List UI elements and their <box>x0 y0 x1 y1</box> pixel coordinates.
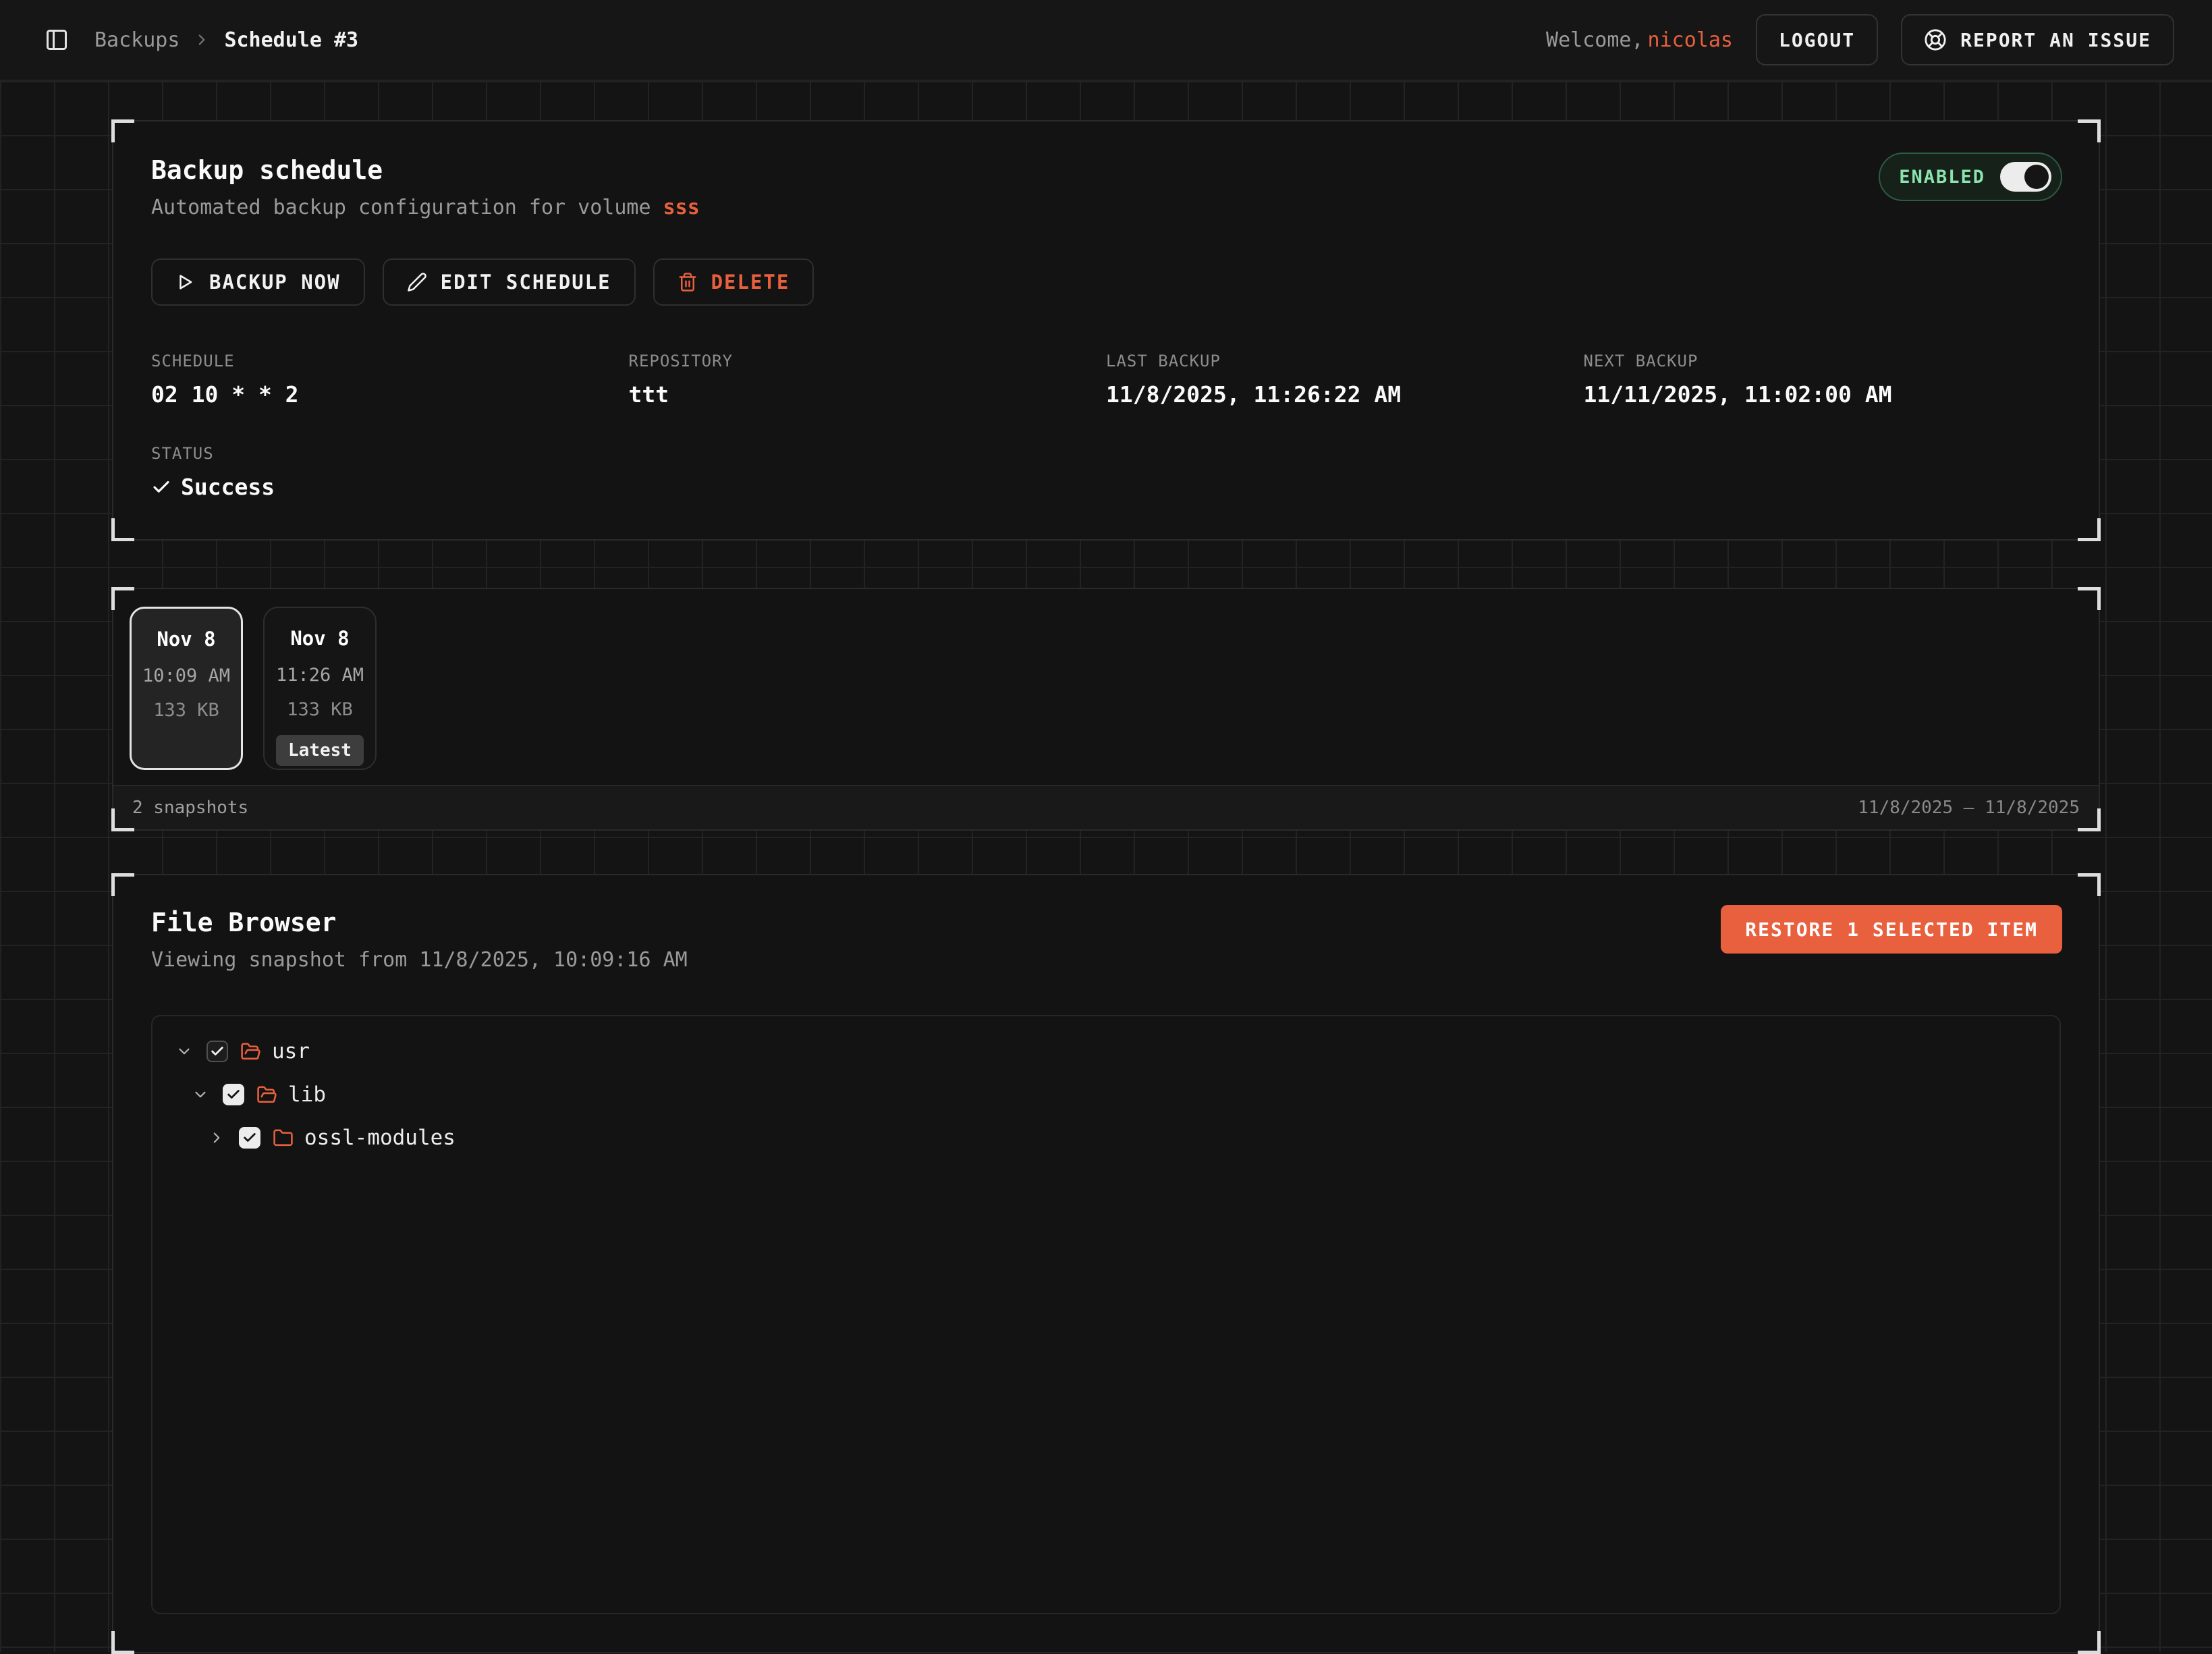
snapshot-date: Nov 8 <box>132 628 241 651</box>
corner-bracket <box>2078 873 2101 896</box>
corner-bracket <box>2078 808 2101 831</box>
play-icon <box>175 272 196 292</box>
field-label: LAST BACKUP <box>1106 352 1584 370</box>
life-buoy-icon <box>1924 28 1947 51</box>
pencil-icon <box>407 272 427 292</box>
tree-row-usr[interactable]: usr <box>166 1030 2046 1073</box>
field-label: NEXT BACKUP <box>1584 352 2062 370</box>
backup-now-label: BACKUP NOW <box>209 271 341 294</box>
corner-bracket <box>111 873 134 896</box>
breadcrumb: Backups Schedule #3 <box>94 28 358 52</box>
corner-bracket <box>111 587 134 610</box>
corner-bracket <box>111 808 134 831</box>
snapshot-time: 10:09 AM <box>132 665 241 686</box>
topbar-right: Welcome,nicolas LOGOUT REPORT AN ISSUE <box>1546 14 2174 65</box>
snapshot-list: Nov 8 10:09 AM 133 KB Nov 8 11:26 AM 133… <box>113 589 2099 785</box>
username: nicolas <box>1648 28 1733 52</box>
status-text: Success <box>181 474 275 500</box>
schedule-fields: SCHEDULE 02 10 * * 2 REPOSITORY ttt LAST… <box>151 352 2061 408</box>
checkbox-lib[interactable] <box>223 1084 244 1105</box>
delete-label: DELETE <box>711 271 790 294</box>
checkbox-ossl-modules[interactable] <box>239 1127 260 1149</box>
corner-bracket <box>111 119 134 142</box>
restore-button[interactable]: RESTORE 1 SELECTED ITEM <box>1721 905 2062 954</box>
topbar: Backups Schedule #3 Welcome,nicolas LOGO… <box>0 0 2212 81</box>
breadcrumb-current: Schedule #3 <box>224 28 358 52</box>
snapshot-date: Nov 8 <box>265 627 375 650</box>
panel-left-icon <box>45 28 69 52</box>
field-label: SCHEDULE <box>151 352 629 370</box>
file-tree: usr lib <box>151 1015 2061 1614</box>
status-value: Success <box>151 474 2061 500</box>
toggle-knob <box>2024 165 2049 189</box>
logout-button[interactable]: LOGOUT <box>1756 14 1878 65</box>
edit-schedule-label: EDIT SCHEDULE <box>441 271 611 294</box>
chevron-right-icon[interactable] <box>208 1129 229 1147</box>
corner-bracket <box>2078 1631 2101 1654</box>
tree-row-ossl-modules[interactable]: ossl-modules <box>166 1116 2046 1159</box>
snapshot-date-range: 11/8/2025 – 11/8/2025 <box>1858 798 2080 818</box>
snapshot-count: 2 snapshots <box>132 798 248 818</box>
report-issue-button[interactable]: REPORT AN ISSUE <box>1901 14 2174 65</box>
snapshot-card-selected[interactable]: Nov 8 10:09 AM 133 KB <box>130 607 243 770</box>
welcome-prefix: Welcome, <box>1546 28 1644 52</box>
edit-schedule-button[interactable]: EDIT SCHEDULE <box>383 258 636 306</box>
snapshot-time: 11:26 AM <box>265 665 375 686</box>
snapshot-size: 133 KB <box>265 699 375 720</box>
corner-bracket <box>2078 518 2101 541</box>
corner-bracket <box>2078 119 2101 142</box>
main-content: Backup schedule Automated backup configu… <box>0 81 2212 1652</box>
field-value: ttt <box>629 381 1107 408</box>
snapshots-footer: 2 snapshots 11/8/2025 – 11/8/2025 <box>113 785 2099 829</box>
trash-icon <box>678 272 698 292</box>
snapshots-panel: Nov 8 10:09 AM 133 KB Nov 8 11:26 AM 133… <box>112 588 2100 831</box>
card-subtitle: Automated backup configuration for volum… <box>151 196 2061 219</box>
tree-label: lib <box>288 1082 326 1107</box>
snapshot-size: 133 KB <box>132 700 241 721</box>
volume-name: sss <box>663 196 700 219</box>
toggle-switch[interactable] <box>2000 162 2051 192</box>
field-value: 02 10 * * 2 <box>151 381 629 408</box>
tree-row-lib[interactable]: lib <box>166 1073 2046 1116</box>
breadcrumb-item-backups[interactable]: Backups <box>94 28 179 52</box>
field-last-backup: LAST BACKUP 11/8/2025, 11:26:22 AM <box>1106 352 1584 408</box>
subtitle-text: Automated backup configuration for volum… <box>151 196 651 219</box>
field-schedule: SCHEDULE 02 10 * * 2 <box>151 352 629 408</box>
field-repository: REPOSITORY ttt <box>629 352 1107 408</box>
tree-label: usr <box>272 1039 310 1064</box>
report-issue-label: REPORT AN ISSUE <box>1960 29 2151 51</box>
action-buttons: BACKUP NOW EDIT SCHEDULE DELETE <box>151 258 2061 306</box>
folder-open-icon <box>256 1084 277 1105</box>
card-title: Backup schedule <box>151 155 2061 185</box>
field-label: STATUS <box>151 444 2061 463</box>
chevron-down-icon[interactable] <box>192 1086 213 1103</box>
folder-icon <box>273 1128 294 1149</box>
field-value: 11/11/2025, 11:02:00 AM <box>1584 381 2062 408</box>
enabled-label: ENABLED <box>1899 167 1985 188</box>
sidebar-toggle-button[interactable] <box>38 21 76 59</box>
field-next-backup: NEXT BACKUP 11/11/2025, 11:02:00 AM <box>1584 352 2062 408</box>
delete-button[interactable]: DELETE <box>653 258 814 306</box>
file-browser-card: File Browser Viewing snapshot from 11/8/… <box>112 874 2100 1653</box>
field-label: REPOSITORY <box>629 352 1107 370</box>
field-status: STATUS Success <box>151 444 2061 500</box>
check-icon <box>151 477 171 497</box>
enabled-toggle[interactable]: ENABLED <box>1879 153 2062 201</box>
backup-now-button[interactable]: BACKUP NOW <box>151 258 365 306</box>
tree-label: ossl-modules <box>304 1126 455 1150</box>
corner-bracket <box>111 1631 134 1654</box>
backup-schedule-card: Backup schedule Automated backup configu… <box>112 120 2100 541</box>
chevron-down-icon[interactable] <box>175 1043 197 1060</box>
snapshot-card-latest[interactable]: Nov 8 11:26 AM 133 KB Latest <box>263 607 377 770</box>
welcome-text: Welcome,nicolas <box>1546 28 1733 52</box>
corner-bracket <box>2078 587 2101 610</box>
corner-bracket <box>111 518 134 541</box>
folder-open-icon <box>240 1041 261 1062</box>
chevron-right-icon <box>193 31 211 49</box>
field-value: 11/8/2025, 11:26:22 AM <box>1106 381 1584 408</box>
checkbox-usr[interactable] <box>206 1041 228 1062</box>
latest-badge: Latest <box>276 735 364 766</box>
